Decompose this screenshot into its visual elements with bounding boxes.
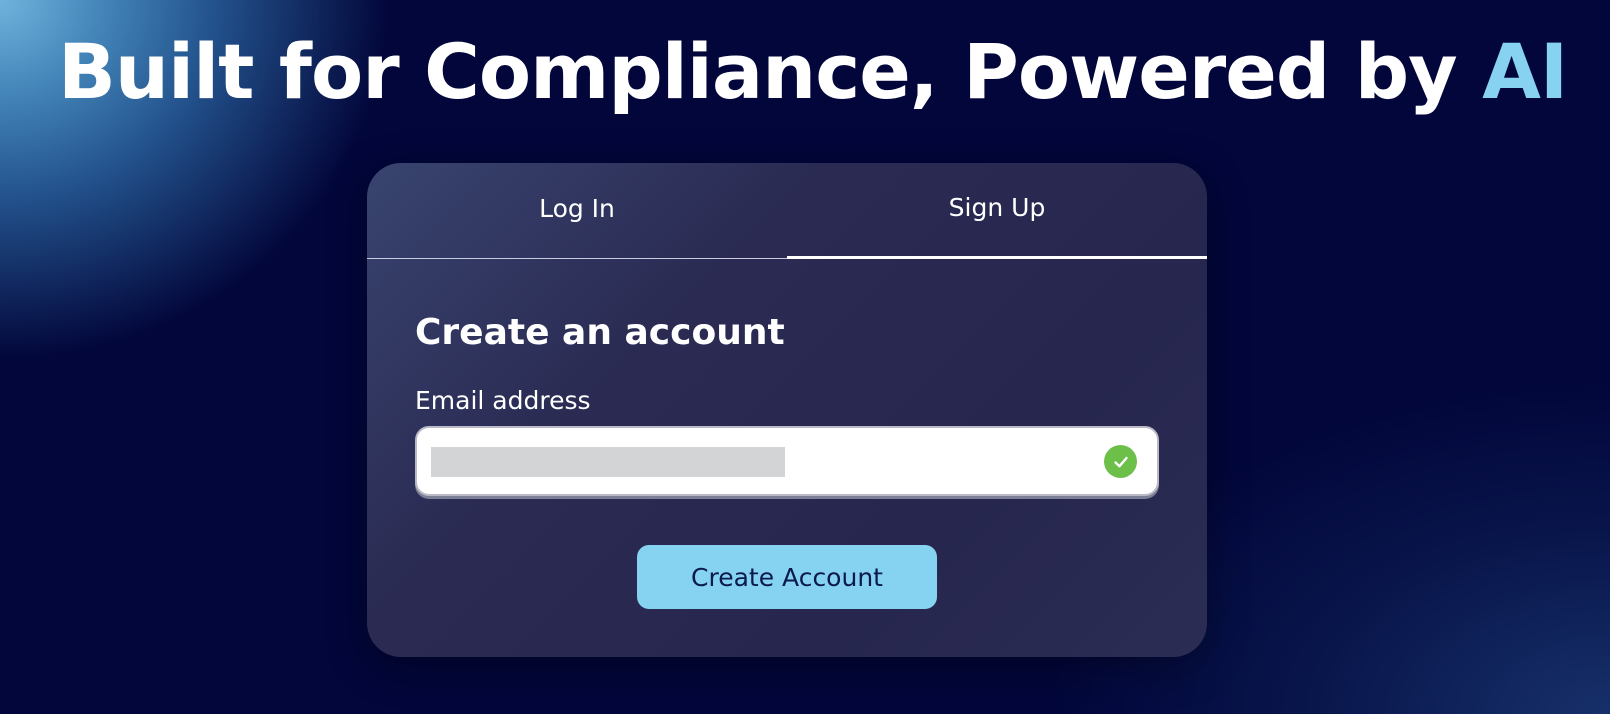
email-label: Email address	[415, 386, 591, 415]
form-title: Create an account	[415, 312, 785, 353]
email-field-wrapper[interactable]	[415, 426, 1159, 496]
auth-card: Log In Sign Up Create an account Email a…	[367, 163, 1207, 657]
create-account-button[interactable]: Create Account	[637, 545, 937, 609]
tab-log-in[interactable]: Log In	[367, 163, 787, 259]
tab-sign-up[interactable]: Sign Up	[787, 163, 1207, 259]
email-field[interactable]	[431, 447, 785, 477]
auth-tabs: Log In Sign Up	[367, 163, 1207, 259]
hero-title-accent: AI	[1482, 27, 1568, 116]
hero-headline: Built for Compliance, Powered by AI	[58, 22, 1568, 122]
hero-title-main: Built for Compliance, Powered by	[58, 27, 1458, 116]
check-circle-icon	[1104, 445, 1137, 478]
